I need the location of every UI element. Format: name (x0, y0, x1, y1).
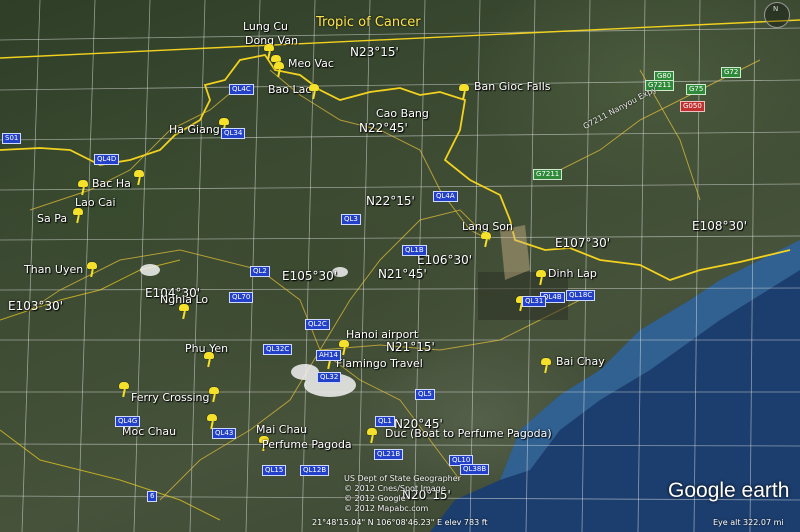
placemark-pin-icon[interactable] (458, 84, 470, 100)
imagery-credits: US Dept of State Geographer © 2012 Cnes/… (344, 474, 461, 513)
lat-label-23-15: N23°15' (350, 45, 399, 59)
road-shield: QL12B (300, 465, 330, 476)
lat-label-22-45: N22°45' (359, 121, 408, 135)
road-shield: QL38B (460, 464, 490, 475)
status-eye-altitude: Eye alt 322.07 mi (713, 518, 784, 527)
road-shield: QL2C (305, 319, 330, 330)
place-label-sa-pa[interactable]: Sa Pa (37, 213, 67, 224)
road-shield: QL5 (415, 389, 435, 400)
road-shield: QL34 (221, 128, 246, 139)
road-shield: QL3 (341, 214, 361, 225)
placemark-pin-icon[interactable] (273, 62, 285, 78)
place-label-cao-bang[interactable]: Cao Bang (376, 108, 429, 119)
place-label-ban-gioc-falls[interactable]: Ban Gioc Falls (474, 81, 551, 92)
road-shield: QL21B (374, 449, 404, 460)
place-label-mai-chau[interactable]: Mai Chau (256, 424, 307, 435)
place-label-than-uyen[interactable]: Than Uyen (24, 264, 83, 275)
status-coordinates: 21°48'15.04" N 106°08'46.23" E elev 783 … (312, 518, 488, 527)
google-earth-logo: Google earth (668, 479, 790, 502)
road-shield: QL2 (250, 266, 270, 277)
compass-north-icon[interactable]: N (764, 2, 790, 28)
road-shield: G75 (686, 84, 707, 95)
placemark-pin-icon[interactable] (77, 180, 89, 196)
placemark-pin-icon[interactable] (86, 262, 98, 278)
placemark-pin-icon[interactable] (118, 382, 130, 398)
place-label-bao-lac[interactable]: Bao Lac (268, 84, 311, 95)
road-shield: QL15 (262, 465, 287, 476)
road-shield: S01 (2, 133, 22, 144)
placemark-pin-icon[interactable] (208, 387, 220, 403)
place-label-flamingo-travel[interactable]: Flamingo Travel (336, 358, 423, 369)
place-label-meo-vac[interactable]: Meo Vac (288, 58, 334, 69)
road-shield: QL31 (522, 296, 547, 307)
placemark-pin-icon[interactable] (540, 358, 552, 374)
road-shield: G050 (680, 101, 705, 112)
road-shield: QL32C (263, 344, 293, 355)
placemark-pin-icon[interactable] (366, 428, 378, 444)
road-shield: QL32 (317, 372, 342, 383)
road-shield: QL1B (402, 245, 427, 256)
place-label-bac-ha[interactable]: Bac Ha (92, 178, 131, 189)
placemark-pin-icon[interactable] (178, 304, 190, 320)
place-label-lang-son[interactable]: Lang Son (462, 221, 513, 232)
placemark-pin-icon[interactable] (203, 352, 215, 368)
place-label-bai-chay[interactable]: Bai Chay (556, 356, 605, 367)
place-label-ha-giang[interactable]: Ha Giang (169, 124, 220, 135)
lat-label-22-15: N22°15' (366, 194, 415, 208)
lon-label-108-30: E108°30' (692, 219, 748, 233)
lat-label-21-15: N21°15' (386, 340, 435, 354)
placemark-pin-icon[interactable] (72, 208, 84, 224)
road-shield: QL18C (566, 290, 596, 301)
lat-label-21-45: N21°45' (378, 267, 427, 281)
placemark-pin-icon[interactable] (535, 270, 547, 286)
road-shield: 6 (147, 491, 158, 502)
place-label-dinh-lap[interactable]: Dinh Lap (548, 268, 597, 279)
place-label-lao-cai[interactable]: Lao Cai (75, 197, 116, 208)
lon-label-107-30: E107°30' (555, 236, 611, 250)
tropic-of-cancer-label: Tropic of Cancer (316, 15, 421, 30)
place-label-ferry-crossing[interactable]: Ferry Crossing (131, 392, 210, 403)
place-label-hanoi-airport[interactable]: Hanoi airport (346, 329, 418, 340)
road-shield: QL4G (115, 416, 141, 427)
road-shield: QL70 (229, 292, 254, 303)
road-shield: AH14 (316, 350, 341, 361)
road-shield: QL1 (375, 416, 395, 427)
lon-label-103-30: E103°30' (8, 299, 64, 313)
lang-son-tile (500, 225, 530, 280)
province-border-2 (0, 429, 221, 521)
place-label-perfume-pagoda[interactable]: Perfume Pagoda (262, 439, 352, 450)
satellite-map[interactable]: Tropic of Cancer N23°15' N22°45' N22°15'… (0, 0, 800, 532)
place-label-lung-cu[interactable]: Lung Cu (243, 21, 288, 32)
lon-label-105-30: E105°30' (282, 269, 338, 283)
place-label-duc-boat[interactable]: Duc (Boat to Perfume Pagoda) (385, 428, 552, 439)
road-shield: G72 (721, 67, 742, 78)
road-shield: G7211 (533, 169, 563, 180)
placemark-pin-icon[interactable] (308, 84, 320, 100)
road-shield: QL43 (212, 428, 237, 439)
placemark-pin-icon[interactable] (133, 170, 145, 186)
road-shield: QL4C (229, 84, 254, 95)
road-shield: QL4A (433, 191, 458, 202)
placemark-pin-icon[interactable] (480, 232, 492, 248)
place-label-moc-chau[interactable]: Moc Chau (122, 426, 176, 437)
road-shield: QL4D (94, 154, 120, 165)
